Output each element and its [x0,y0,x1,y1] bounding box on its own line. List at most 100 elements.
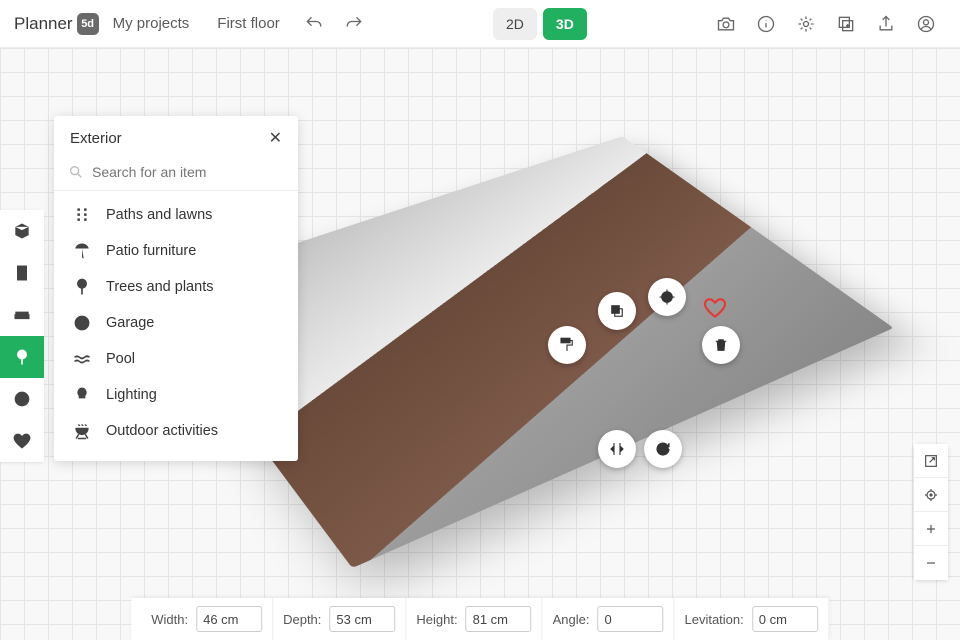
sofa-icon [12,305,32,325]
exterior-tool[interactable] [0,336,44,378]
furniture-tool[interactable] [0,294,44,336]
undo-icon [304,14,324,34]
info-icon [756,14,776,34]
catalog-item-pool[interactable]: Pool [54,341,298,377]
favorite-button[interactable] [698,292,732,326]
floor-selector[interactable]: First floor [203,7,294,40]
catalog-item-garage[interactable]: Garage [54,305,298,341]
catalog-item-lighting[interactable]: Lighting [54,377,298,413]
view-controls [914,444,948,580]
width-input[interactable] [196,606,262,632]
catalog-item-label: Lighting [106,387,157,403]
app-name: Planner [14,14,73,34]
catalog-item-label: Trees and plants [106,279,213,295]
door-icon [12,263,32,283]
share-button[interactable] [866,4,906,44]
center-tool-button[interactable] [648,278,686,316]
rooms-tool[interactable] [0,210,44,252]
crosshair-icon [658,288,676,306]
plus-icon [923,521,939,537]
levitation-input[interactable] [752,606,818,632]
depth-field: Depth: [273,598,406,640]
user-icon [916,14,936,34]
steering-wheel-icon [72,313,92,333]
view-3d-button[interactable]: 3D [543,8,587,40]
left-toolbar [0,210,44,462]
paint-roller-icon [558,336,576,354]
dimensions-bar: Width: Depth: Height: Angle: Levitation: [131,598,829,640]
tree-icon [12,347,32,367]
waves-icon [72,349,92,369]
paint-tool-button[interactable] [548,326,586,364]
copy-tool-button[interactable] [598,292,636,330]
height-label: Height: [416,612,457,627]
copy-project-button[interactable] [826,4,866,44]
umbrella-icon [72,241,92,261]
undo-button[interactable] [294,4,334,44]
close-icon: ✕ [269,130,282,147]
view-mode-toggle: 2D 3D [493,8,587,40]
depth-label: Depth: [283,612,321,627]
search-input[interactable] [92,164,284,180]
info-button[interactable] [746,4,786,44]
fullscreen-button[interactable] [914,444,948,478]
catalog-item-outdoor[interactable]: Outdoor activities [54,413,298,449]
catalog-item-label: Pool [106,351,135,367]
catalog-panel: Exterior ✕ Paths and lawns Patio furnitu… [54,116,298,461]
angle-field: Angle: [543,598,675,640]
zoom-out-button[interactable] [914,546,948,580]
rotate-tool-button[interactable] [644,430,682,468]
minus-icon [923,555,939,571]
catalog-item-trees[interactable]: Trees and plants [54,269,298,305]
settings-button[interactable] [786,4,826,44]
depth-input[interactable] [329,606,395,632]
redo-icon [344,14,364,34]
zoom-in-button[interactable] [914,512,948,546]
expand-icon [923,453,939,469]
grill-icon [72,421,92,441]
catalog-item-patio[interactable]: Patio furniture [54,233,298,269]
app-logo[interactable]: Planner 5d [14,13,99,35]
trash-icon [712,336,730,354]
my-projects-button[interactable]: My projects [99,7,204,40]
target-icon [923,487,939,503]
snapshot-button[interactable] [706,4,746,44]
rotate-icon [654,440,672,458]
catalog-close-button[interactable]: ✕ [269,128,282,148]
heart-icon [702,295,728,321]
height-field: Height: [406,598,542,640]
delete-tool-button[interactable] [702,326,740,364]
gear-icon [796,14,816,34]
doors-tool[interactable] [0,252,44,294]
history-tool[interactable] [0,378,44,420]
height-input[interactable] [466,606,532,632]
angle-input[interactable] [597,606,663,632]
catalog-item-label: Patio furniture [106,243,196,259]
account-button[interactable] [906,4,946,44]
catalog-list: Paths and lawns Patio furniture Trees an… [54,191,298,461]
share-icon [876,14,896,34]
paths-icon [72,205,92,225]
catalog-item-label: Outdoor activities [106,423,218,439]
angle-label: Angle: [553,612,590,627]
flip-tool-button[interactable] [598,430,636,468]
catalog-title: Exterior [70,130,122,147]
catalog-search[interactable] [54,158,298,191]
redo-button[interactable] [334,4,374,44]
view-2d-button[interactable]: 2D [493,8,537,40]
catalog-item-label: Garage [106,315,154,331]
topbar: Planner 5d My projects First floor 2D 3D [0,0,960,48]
width-field: Width: [141,598,273,640]
recenter-button[interactable] [914,478,948,512]
logo-badge: 5d [77,13,99,35]
copy-icon [608,302,626,320]
tree-icon [72,277,92,297]
catalog-item-paths[interactable]: Paths and lawns [54,197,298,233]
search-icon [68,164,84,180]
cube-icon [12,221,32,241]
heart-broken-icon [12,431,32,451]
levitation-label: Levitation: [684,612,743,627]
duplicate-icon [836,14,856,34]
width-label: Width: [151,612,188,627]
favorites-tool[interactable] [0,420,44,462]
